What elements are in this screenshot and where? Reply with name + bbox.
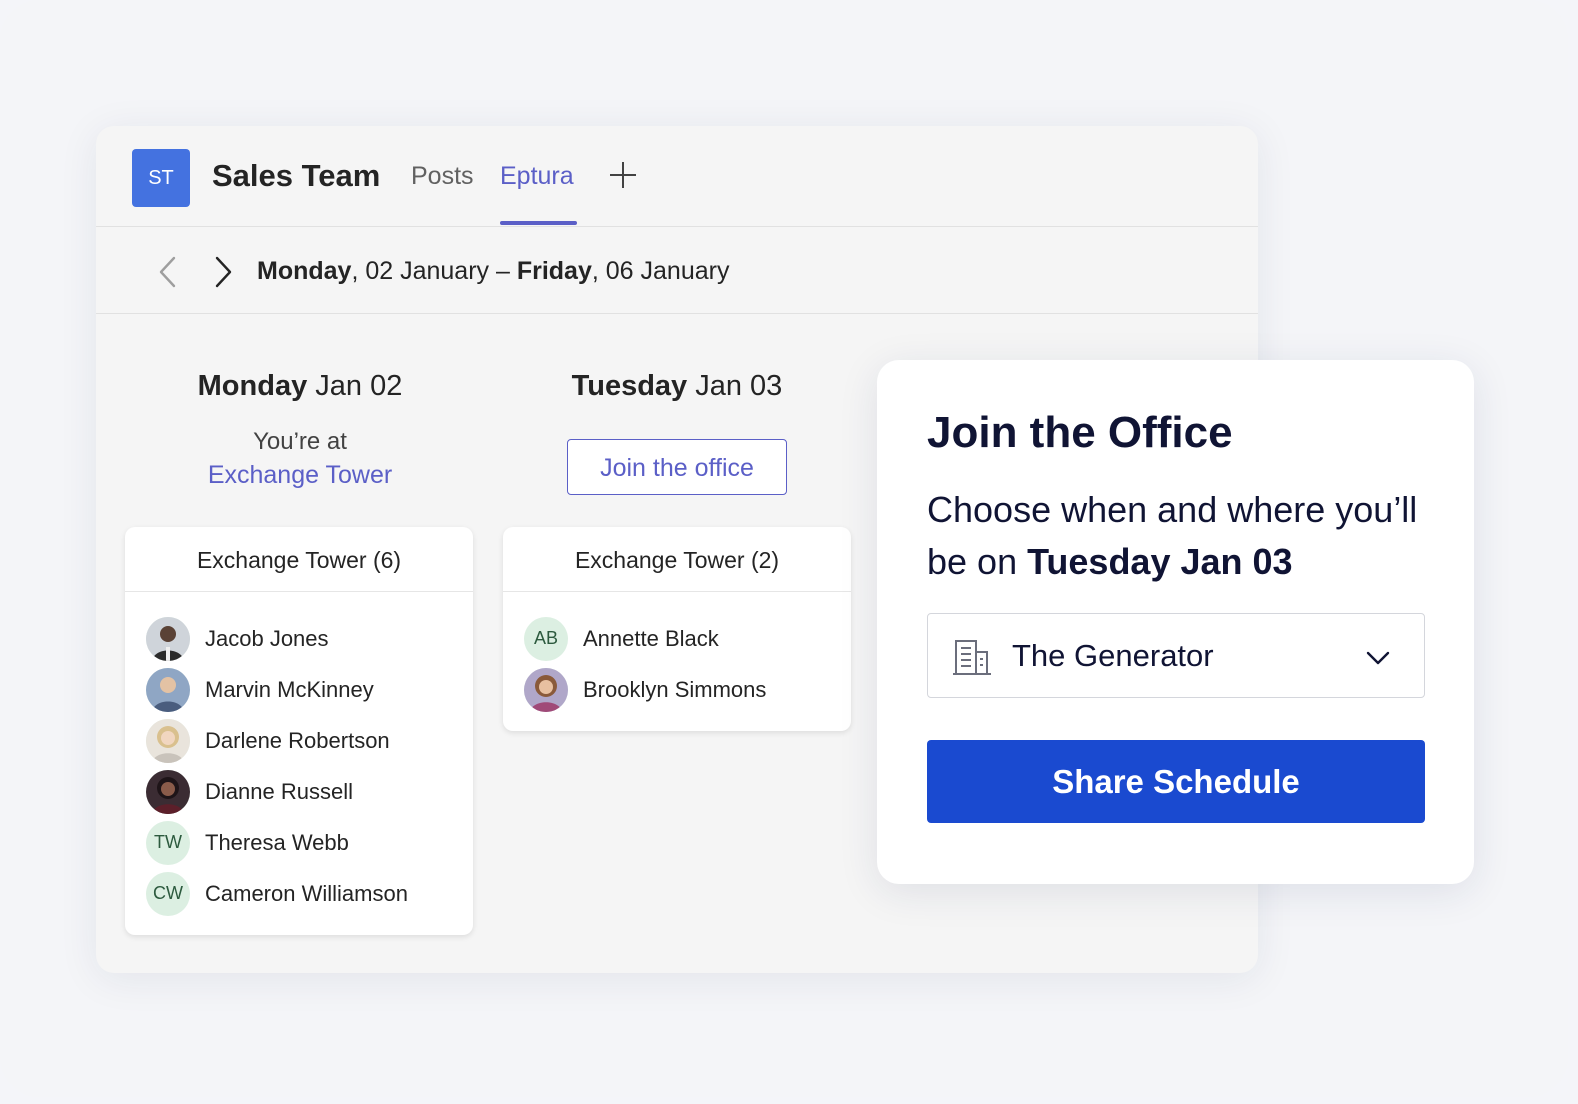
team-avatar[interactable]: ST [132, 149, 190, 207]
tab-posts[interactable]: Posts [411, 162, 474, 191]
list-item[interactable]: Brooklyn Simmons [503, 664, 851, 715]
list-item[interactable]: CW Cameron Williamson [125, 868, 473, 919]
list-item[interactable]: Jacob Jones [125, 613, 473, 664]
panel-title: Join the Office [927, 408, 1233, 457]
person-name: Cameron Williamson [205, 880, 408, 906]
current-location-link[interactable]: Exchange Tower [126, 458, 474, 492]
avatar [146, 718, 190, 763]
avatar [146, 616, 190, 661]
panel-description: Choose when and where you’ll be on Tuesd… [927, 484, 1447, 588]
chevron-down-icon[interactable] [1366, 650, 1390, 666]
list-item[interactable]: AB Annette Black [503, 613, 851, 664]
people-list: Jacob Jones Marvin McKinney Darlene Robe… [125, 592, 473, 919]
location-card-title: Exchange Tower (2) [503, 527, 851, 592]
tab-eptura[interactable]: Eptura [500, 162, 574, 191]
selected-location: The Generator [1012, 638, 1214, 673]
location-select[interactable]: The Generator [927, 613, 1425, 698]
end-date: , 06 January [591, 257, 730, 285]
avatar [524, 667, 568, 712]
day-column-monday: Monday Jan 02 You’re at Exchange Tower [126, 366, 474, 492]
list-item[interactable]: Darlene Robertson [125, 715, 473, 766]
active-tab-indicator [500, 221, 577, 225]
chevron-left-icon[interactable] [156, 255, 180, 289]
list-item[interactable]: TW Theresa Webb [125, 817, 473, 868]
share-schedule-button[interactable]: Share Schedule [927, 740, 1425, 823]
avatar [146, 769, 190, 814]
people-list: AB Annette Black Brooklyn Simmons [503, 592, 851, 715]
start-day: Monday [257, 257, 352, 285]
join-office-panel: Join the Office Choose when and where yo… [877, 360, 1474, 884]
you-are-at-label: You’re at [253, 428, 347, 455]
avatar: AB [524, 616, 568, 661]
person-name: Annette Black [583, 625, 719, 651]
day-column-tuesday: Tuesday Jan 03 Join the office [503, 366, 851, 495]
person-name: Theresa Webb [205, 829, 349, 855]
day-weekday: Tuesday [571, 370, 688, 402]
location-card-tuesday: Exchange Tower (2) AB Annette Black Broo… [503, 527, 851, 731]
avatar: CW [146, 871, 190, 916]
person-name: Darlene Robertson [205, 727, 390, 753]
end-day: Friday [516, 257, 592, 285]
channel-header: ST Sales Team Posts Eptura [96, 126, 1258, 227]
team-name: Sales Team [212, 158, 381, 193]
person-name: Marvin McKinney [205, 676, 374, 702]
list-item[interactable]: Marvin McKinney [125, 664, 473, 715]
day-heading: Tuesday Jan 03 [503, 366, 851, 406]
avatar: TW [146, 820, 190, 865]
location-card-monday: Exchange Tower (6) Jacob Jones Marvin Mc… [125, 527, 473, 935]
chevron-right-icon[interactable] [211, 255, 235, 289]
list-item[interactable]: Dianne Russell [125, 766, 473, 817]
start-date: , 02 January – [351, 257, 517, 285]
day-heading: Monday Jan 02 [126, 366, 474, 406]
join-the-office-button[interactable]: Join the office [567, 439, 787, 495]
location-card-title: Exchange Tower (6) [125, 527, 473, 592]
avatar [146, 667, 190, 712]
date-navigation: Monday, 02 January – Friday, 06 January [96, 227, 1258, 314]
day-date: Jan 03 [687, 370, 783, 402]
day-weekday: Monday [197, 370, 308, 402]
date-range-label: Monday, 02 January – Friday, 06 January [257, 257, 729, 286]
person-name: Jacob Jones [205, 625, 329, 651]
building-icon [953, 640, 991, 675]
description-day: Tuesday Jan 03 [1027, 541, 1293, 582]
plus-icon[interactable] [608, 160, 638, 190]
person-name: Dianne Russell [205, 778, 353, 804]
person-name: Brooklyn Simmons [583, 676, 767, 702]
day-date: Jan 02 [307, 370, 403, 402]
